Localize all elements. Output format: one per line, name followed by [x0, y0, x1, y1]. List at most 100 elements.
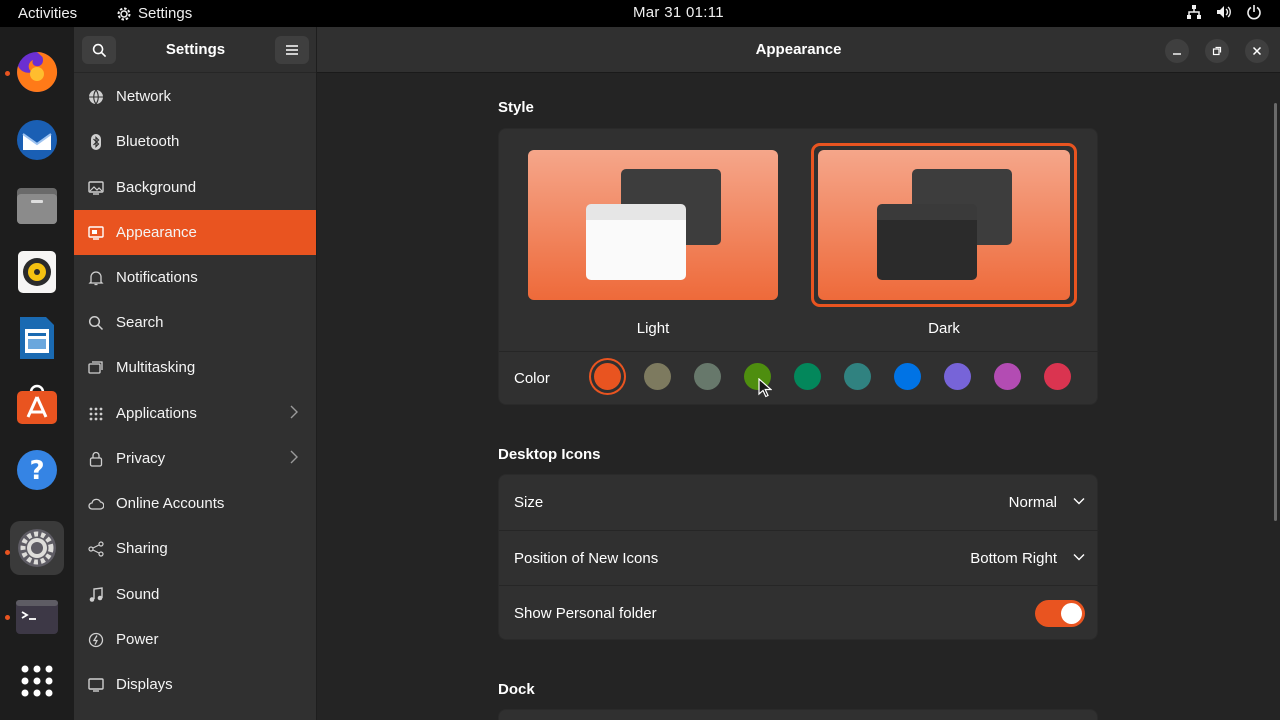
chevron-right-icon [290, 405, 298, 419]
accent-color-orange[interactable] [594, 363, 621, 390]
sidebar-item-label: Network [116, 88, 172, 105]
light-style-label: Light [636, 320, 670, 337]
main-menu-button[interactable] [275, 36, 309, 64]
dock-settings[interactable] [10, 521, 64, 575]
desktop-icons-heading: Desktop Icons [498, 446, 601, 463]
accent-color-sage[interactable] [694, 363, 721, 390]
style-option-dark[interactable]: Dark [811, 143, 1077, 337]
hamburger-icon [286, 45, 298, 55]
sidebar-item-appearance[interactable]: Appearance [74, 210, 316, 255]
sidebar-item-label: Appearance [116, 224, 197, 241]
network-icon [88, 89, 104, 105]
toggle-knob [1061, 603, 1082, 624]
scrollbar[interactable] [1274, 103, 1277, 521]
sidebar-item-label: Privacy [116, 450, 166, 467]
terminal-icon [16, 600, 58, 634]
sidebar-item-bluetooth[interactable]: Bluetooth [74, 119, 316, 164]
close-button[interactable] [1245, 39, 1269, 63]
size-label: Size [514, 494, 544, 511]
sidebar-item-displays[interactable]: Displays [74, 662, 316, 707]
accent-color-red[interactable] [1044, 363, 1071, 390]
dock-firefox[interactable] [10, 45, 64, 99]
sidebar-item-label: Search [116, 314, 164, 331]
display-icon [88, 677, 104, 693]
personal-folder-toggle[interactable] [1035, 600, 1085, 627]
accent-color-magenta[interactable] [994, 363, 1021, 390]
color-label: Color [514, 370, 550, 387]
chevron-down-icon [1073, 498, 1085, 505]
apps-icon [88, 406, 104, 422]
settings-icon [18, 529, 56, 567]
dock-writer[interactable] [10, 311, 64, 365]
clock[interactable]: Mar 31 01:11 [633, 4, 724, 21]
sidebar-item-label: Multitasking [116, 359, 196, 376]
app-menu[interactable]: Settings [116, 5, 192, 22]
desktop-icons-card: Size Normal Position of New Icons Bottom… [498, 474, 1099, 640]
dock-files[interactable] [10, 179, 64, 233]
dock-heading: Dock [498, 681, 535, 698]
sidebar-item-label: Background [116, 179, 197, 196]
minimize-button[interactable] [1165, 39, 1189, 63]
sidebar-item-label: Bluetooth [116, 133, 180, 150]
background-icon [88, 180, 104, 196]
position-label: Position of New Icons [514, 549, 659, 567]
multitasking-icon [88, 360, 104, 376]
minimize-icon [1173, 53, 1181, 55]
sidebar-item-privacy[interactable]: Privacy [74, 436, 316, 481]
sidebar-item-search[interactable]: Search [74, 300, 316, 345]
sidebar-item-background[interactable]: Background [74, 165, 316, 210]
system-tray[interactable] [1186, 4, 1262, 20]
dock-ubuntu-software[interactable] [10, 377, 64, 431]
sidebar-item-label: Displays [116, 676, 173, 693]
dark-style-preview [818, 150, 1070, 300]
volume-icon [1217, 6, 1231, 18]
accent-color-blue[interactable] [894, 363, 921, 390]
accent-color-viridian[interactable] [794, 363, 821, 390]
lock-icon [88, 451, 104, 467]
size-dropdown[interactable]: Normal [1009, 494, 1057, 511]
accent-color-prussian-green[interactable] [844, 363, 871, 390]
appearance-icon [88, 225, 104, 241]
search-icon [88, 315, 104, 331]
page-title: Appearance [755, 41, 842, 58]
sidebar-item-applications[interactable]: Applications [74, 391, 316, 436]
accent-color-bark[interactable] [644, 363, 671, 390]
firefox-icon [17, 51, 58, 92]
dock-rhythmbox[interactable] [10, 245, 64, 299]
dock-card [498, 709, 1098, 720]
sidebar-item-power[interactable]: Power [74, 617, 316, 662]
position-row[interactable]: Position of New Icons Bottom Right [499, 530, 1099, 585]
sidebar-item-label: Sound [116, 586, 160, 603]
settings-sidebar: Settings Network Bluetooth Background Ap… [74, 27, 317, 720]
accent-color-purple[interactable] [944, 363, 971, 390]
dock-show-applications[interactable] [10, 654, 64, 708]
appearance-panel: Appearance Style Light Dark Color Deskto… [317, 27, 1280, 720]
maximize-button[interactable] [1205, 39, 1229, 63]
sidebar-item-network[interactable]: Network [74, 74, 316, 119]
sidebar-item-sharing[interactable]: Sharing [74, 526, 316, 571]
sidebar-item-label: Online Accounts [116, 495, 225, 512]
sidebar-item-label: Notifications [116, 269, 198, 286]
sidebar-item-notifications[interactable]: Notifications [74, 255, 316, 300]
dock-terminal[interactable] [10, 590, 64, 644]
svg-text:?: ? [29, 456, 44, 486]
dock-help[interactable]: ? [10, 443, 64, 497]
gear-icon [117, 7, 131, 20]
dock-thunderbird[interactable] [10, 113, 64, 167]
sidebar-item-multitasking[interactable]: Multitasking [74, 345, 316, 390]
dark-style-label: Dark [928, 320, 960, 337]
style-option-light[interactable]: Light [528, 150, 778, 337]
position-dropdown[interactable]: Bottom Right [970, 550, 1057, 567]
bell-icon [88, 270, 104, 286]
cloud-icon [88, 496, 104, 512]
activities-button[interactable]: Activities [18, 5, 77, 22]
rhythmbox-icon [18, 251, 56, 293]
personal-folder-row: Show Personal folder [499, 585, 1099, 640]
app-grid-icon [21, 665, 53, 697]
sidebar-header: Settings [74, 27, 316, 73]
sidebar-item-online-accounts[interactable]: Online Accounts [74, 481, 316, 526]
size-row[interactable]: Size Normal [499, 475, 1099, 530]
sidebar-item-label: Power [116, 631, 159, 648]
sidebar-item-sound[interactable]: Sound [74, 572, 316, 617]
close-icon [1252, 46, 1262, 56]
